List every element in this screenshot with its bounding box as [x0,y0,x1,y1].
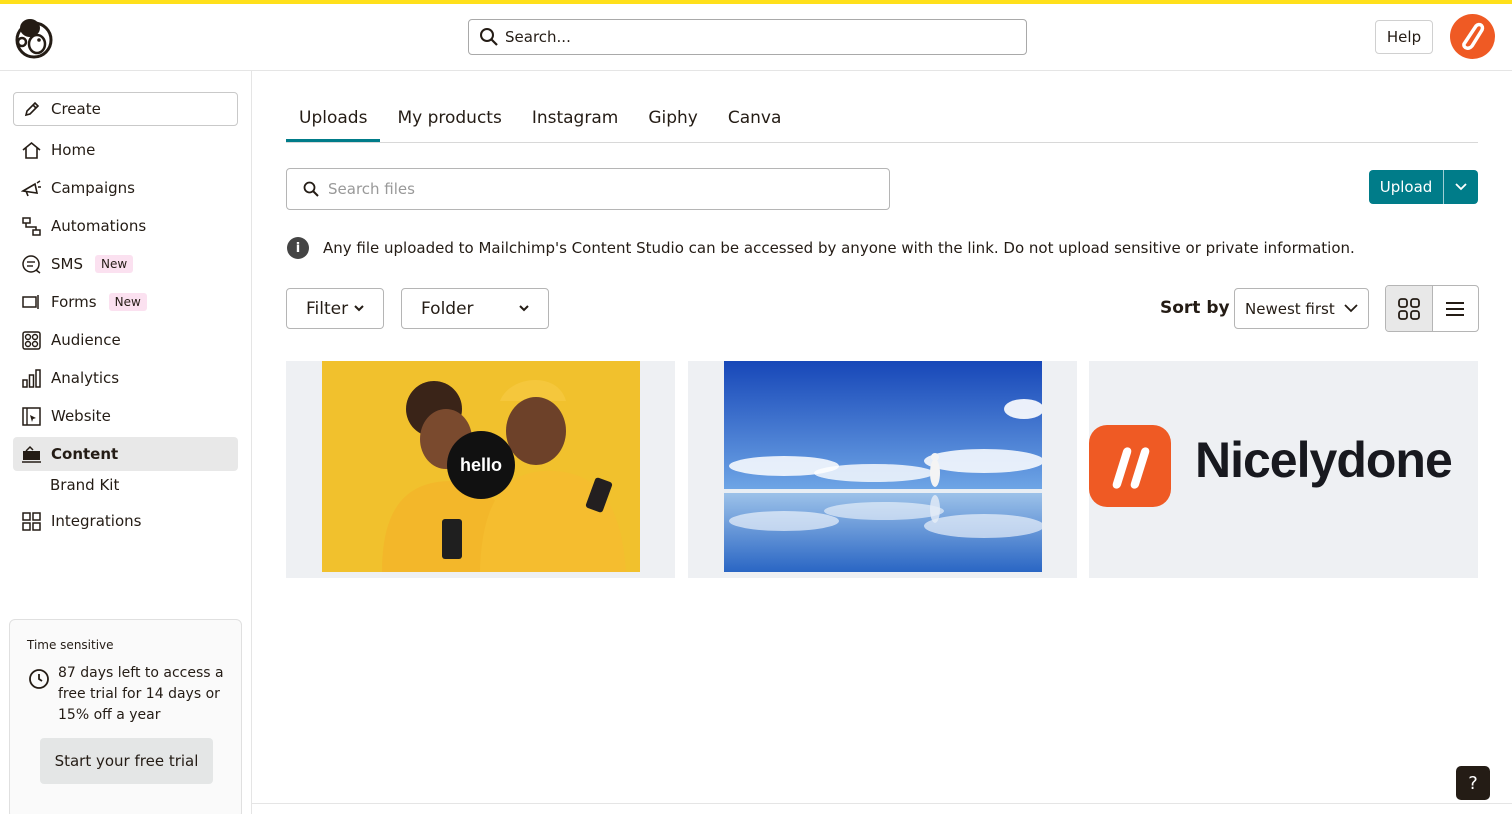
chevron-down-icon [354,305,364,312]
chevron-down-icon [1455,183,1467,191]
new-badge: New [95,255,134,273]
upload-button-group: Upload [1369,170,1478,204]
view-toggle [1385,285,1479,332]
top-header: Search... Help [0,4,1512,71]
new-badge: New [108,293,147,311]
filter-dropdown[interactable]: Filter [286,288,384,329]
sidebar-item-campaigns[interactable]: Campaigns [13,171,238,205]
sort-dropdown[interactable]: Newest first [1234,288,1369,329]
sms-icon [22,254,41,274]
tab-instagram[interactable]: Instagram [519,96,632,142]
content-tabs: Uploads My products Instagram Giphy Canv… [286,96,1478,143]
sidebar-item-label: Content [51,445,119,463]
tab-canva[interactable]: Canva [715,96,795,142]
trial-message: 87 days left to access a free trial for … [58,665,224,723]
sidebar-item-analytics[interactable]: Analytics [13,361,238,395]
trial-card: Time sensitive 87 days left to access a … [9,619,242,814]
upload-options-button[interactable] [1444,170,1478,204]
tab-my-products[interactable]: My products [384,96,514,142]
salt-flat-photo [724,361,1042,572]
sort-value: Newest first [1245,299,1335,318]
file-card[interactable]: Nicelydone [1089,361,1478,578]
sidebar-item-content[interactable]: Content [13,437,238,471]
sidebar-item-label: Analytics [51,369,120,387]
automations-icon [22,216,41,236]
mailchimp-logo-icon[interactable] [13,16,55,60]
forms-icon [22,294,39,309]
upload-button[interactable]: Upload [1369,170,1444,204]
help-button[interactable]: Help [1375,20,1433,54]
account-logo-icon [1462,22,1485,50]
hello-text: hello [460,455,502,475]
nicelydone-wordmark: Nicelydone [1195,432,1453,488]
home-icon [22,141,41,159]
global-search-placeholder: Search... [505,28,571,46]
file-search-input[interactable]: Search files [286,168,890,210]
file-thumbnail-salt-flat [724,361,1042,572]
website-icon [22,406,41,426]
file-card[interactable]: hello [286,361,675,578]
search-icon [303,181,319,197]
sidebar-item-forms[interactable]: Forms New [13,285,238,319]
sidebar-item-audience[interactable]: Audience [13,323,238,357]
grid-view-button[interactable] [1386,286,1433,331]
sidebar-item-label: SMS [51,255,83,273]
chevron-down-icon [519,305,529,312]
start-trial-button[interactable]: Start your free trial [40,738,213,784]
tab-giphy[interactable]: Giphy [635,96,711,142]
sidebar-item-label: Audience [51,331,121,349]
file-card[interactable] [688,361,1077,578]
nicelydone-logo-icon [1089,425,1171,507]
tab-uploads[interactable]: Uploads [286,96,381,142]
pencil-icon [24,101,40,117]
sidebar-item-label: Home [51,141,96,159]
avatar[interactable] [1450,14,1495,59]
create-label: Create [51,100,101,118]
info-icon: i [287,237,309,259]
sidebar: Create Home Campaigns Automations SMS Ne… [0,71,252,814]
folder-dropdown[interactable]: Folder [401,288,549,329]
sort-by-label: Sort by [1160,298,1230,318]
search-icon [480,28,498,46]
hello-overlay: hello [460,455,502,475]
filter-label: Filter [306,298,349,319]
sidebar-item-label: Forms [51,293,97,311]
sidebar-subitem-brand-kit[interactable]: Brand Kit [50,476,119,494]
trial-heading: Time sensitive [27,638,114,652]
notice-text: Any file uploaded to Mailchimp's Content… [323,239,1355,257]
content-icon [22,445,41,463]
megaphone-icon [21,179,41,196]
sidebar-item-home[interactable]: Home [13,133,238,167]
sidebar-item-website[interactable]: Website [13,399,238,433]
grid-icon [1397,297,1420,320]
sidebar-item-label: Website [51,407,111,425]
file-search-placeholder: Search files [328,180,415,198]
help-fab-button[interactable]: ? [1456,766,1490,800]
audience-icon [22,330,41,350]
list-view-button[interactable] [1433,286,1479,331]
integrations-icon [22,511,41,531]
footer-divider [252,803,1512,804]
create-button[interactable]: Create [13,92,238,126]
chevron-down-icon [1344,304,1358,313]
sidebar-item-integrations[interactable]: Integrations [13,504,238,538]
sidebar-item-label: Campaigns [51,179,136,197]
global-search-input[interactable]: Search... [468,19,1027,55]
sidebar-item-label: Automations [51,217,147,235]
folder-label: Folder [421,298,474,319]
sidebar-item-automations[interactable]: Automations [13,209,238,243]
upload-notice: i Any file uploaded to Mailchimp's Conte… [287,237,1355,259]
sidebar-item-sms[interactable]: SMS New [13,247,238,281]
list-icon [1446,301,1465,316]
analytics-icon [22,368,41,388]
sidebar-item-label: Integrations [51,512,142,530]
clock-icon [29,669,49,689]
